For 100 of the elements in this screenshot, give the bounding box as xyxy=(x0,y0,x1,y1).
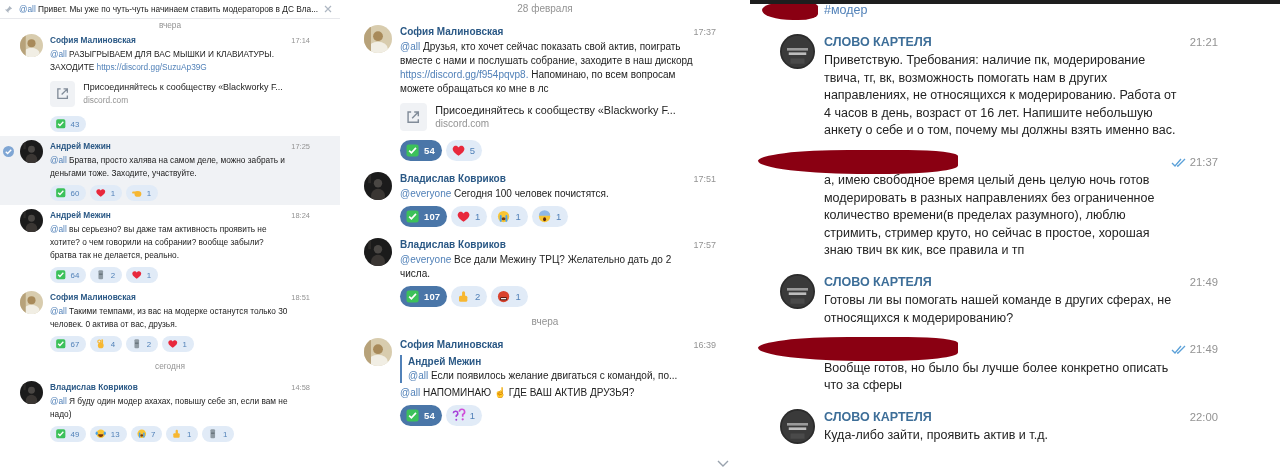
message-time: 21:37 xyxy=(1170,153,1218,171)
message-text: @all Такими темпами, из вас на модерке останутся только 30 человек. 0 актива от вас, друзья. xyxy=(50,305,289,331)
check-icon xyxy=(405,288,421,305)
preview-domain: discord.com xyxy=(435,117,491,131)
quoted-text: @all Если появилось желание двигаться с командой, по... xyxy=(408,369,679,383)
message-text: @everyone Сегодня 100 человек почистятся. xyxy=(400,187,610,201)
author-name[interactable]: СЛОВО КАРТЕЛЯ xyxy=(824,408,932,426)
external-link-icon[interactable] xyxy=(50,81,76,107)
author-name[interactable]: София Малиновская xyxy=(50,291,136,304)
mention-link[interactable]: @all xyxy=(50,49,67,59)
pin-icon xyxy=(4,4,13,14)
check-icon xyxy=(55,118,67,130)
author-name[interactable]: СЛОВО КАРТЕЛЯ xyxy=(824,273,932,291)
reply-quote[interactable]: Андрей Межин @all Если появилось желание двигаться с командой, по... xyxy=(400,355,716,383)
chevron-down-icon[interactable] xyxy=(717,460,729,467)
message-time: 17:51 xyxy=(693,173,716,186)
message-row[interactable]: СЛОВО КАРТЕЛЯ 21:49 Готовы ли вы помогать нашей команде в других сферах, не относящихся к модерированию? xyxy=(750,269,1280,337)
message-row[interactable]: София Малиновская 16:39 Андрей Межин @all Если появилось желание двигаться с командой, по... @all НАПОМИНАЮ ☝ ГДЕ ВАШ АКТИВ ДРУЗЬЯ? 54 1 xyxy=(345,333,745,432)
hashtag-link[interactable]: #модер xyxy=(824,4,868,17)
author-name[interactable]: Андрей Межин xyxy=(50,140,111,153)
mention-link[interactable]: @everyone xyxy=(400,188,452,199)
check-icon xyxy=(55,338,67,350)
mention-link[interactable]: @all xyxy=(50,224,67,234)
mention-link[interactable]: @everyone xyxy=(400,254,452,265)
mention-link[interactable]: @all xyxy=(50,306,67,316)
author-name[interactable]: Андрей Межин xyxy=(50,209,111,222)
message-text: @all Друзья, кто хочет сейчас показать свой актив, поиграть вместе с нами и послушать собрание, заходите в наш дискорд https://discord.gg/f954pqvp8. Напоминаю, по всем вопросам можете обращаться ко мне в лс xyxy=(400,40,694,96)
message-text: Готовы ли вы помогать нашей команде в других сферах, не относящихся к модерированию? xyxy=(824,292,1173,327)
date-label: 28 февраля xyxy=(517,3,573,14)
preview-domain: discord.com xyxy=(83,94,130,107)
author-name[interactable]: Владислав Ковриков xyxy=(50,381,138,394)
message-time: 21:49 xyxy=(1170,341,1218,359)
reaction-button[interactable]: 2 xyxy=(450,286,488,307)
message-row[interactable]: Владислав Ковриков 17:57 @everyone Все дали Межину ТРЦ? Желательно дать до 2 числа. 107 2 1 xyxy=(345,233,745,313)
mention-link[interactable]: @all xyxy=(50,155,67,165)
check-icon xyxy=(405,142,421,159)
author-name[interactable]: София Малиновская xyxy=(400,338,504,352)
mention-link[interactable]: @all xyxy=(19,3,36,14)
message-time: 21:21 xyxy=(1189,34,1218,50)
author-name[interactable]: София Малиновская xyxy=(400,25,504,39)
author-name[interactable]: СЛОВО КАРТЕЛЯ xyxy=(824,33,932,51)
date-label: вчера xyxy=(157,21,183,30)
link[interactable]: https://discord.gg/SuzuAp39G xyxy=(96,62,207,72)
crying-face-icon xyxy=(135,428,148,440)
check-icon xyxy=(55,428,67,440)
author-name: Андрей Межин xyxy=(408,355,483,369)
reaction-button[interactable]: 54 xyxy=(400,405,442,426)
crying-face-icon xyxy=(496,208,512,225)
checkmark-icon[interactable] xyxy=(3,146,14,157)
author-name[interactable]: Владислав Ковриков xyxy=(400,238,506,252)
preview-title[interactable]: Присоединяйтесь к сообществу «Blackworky F... xyxy=(435,103,676,117)
message-text: Приветствую. Требования: наличие пк, модерирование твича, тг, вк, возможность помогать нам в других направлениях, не относящихся к модерированию. Работа от 4 часов в день, возраст от 16 лет. Напишите небольшую анкету о себе и о том, почему мы должны взять именно вас. xyxy=(824,52,1178,139)
message-text: Вообще готов, но было бы лучше более конкретно описать что за сферы xyxy=(824,359,1170,394)
close-icon[interactable] xyxy=(324,5,333,13)
message-text: @all НАПОМИНАЮ ☝ ГДЕ ВАШ АКТИВ ДРУЗЬЯ? xyxy=(400,386,636,400)
angry-face-icon xyxy=(496,288,512,305)
heart-icon xyxy=(95,187,107,199)
message-time: 16:39 xyxy=(693,339,716,352)
reaction-button[interactable]: 107 xyxy=(400,206,447,227)
reaction-button[interactable]: 1 xyxy=(531,206,569,227)
date-label: сегодня xyxy=(155,361,185,371)
message-row[interactable]: Владислав Ковриков 17:51 @everyone Сегодня 100 человек почистятся. 107 1 1 1 xyxy=(345,167,745,233)
message-text: @all Братва, просто халява на самом деле, можно забрать и деньгами тоже. Заходите, участвуйте. xyxy=(50,154,286,180)
link[interactable]: https://discord.gg/f954pqvp8. xyxy=(400,69,529,80)
author-name[interactable]: Владислав Ковриков xyxy=(400,172,506,186)
mention-link[interactable]: @all xyxy=(400,41,421,52)
reaction-button[interactable]: 1 xyxy=(491,206,528,227)
message-time: 21:49 xyxy=(1189,274,1218,290)
message-text: @all РАЗЫГРЫВАЕМ ДЛЯ ВАС МЫШКИ И КЛАВИАТУРЫ. ЗАХОДИТЕ https://discord.gg/SuzuAp39G xyxy=(50,48,275,74)
reaction-button[interactable]: 54 xyxy=(400,140,442,161)
reaction-button[interactable]: 5 xyxy=(445,140,483,161)
check-icon xyxy=(405,407,421,424)
message-row[interactable]: СЛОВО КАРТЕЛЯ 22:00 Куда-либо зайти, проявить актив и т.д. xyxy=(750,404,1280,455)
reaction-button[interactable]: 1 xyxy=(450,206,488,227)
mention-link[interactable]: @all xyxy=(50,396,67,406)
reaction-button[interactable]: 1 xyxy=(491,286,528,307)
message-text: @all вы серьезно? вы даже там активность проявить не хотите? о чем говорили на собрании? вообще забыли? братва так не делается, реально. xyxy=(50,223,268,262)
message-text: а, имею свободное время целый день целую ночь готов модерировать в разных направлениях без ограниченное количество времени(в пределах разумного), люблю стримить, стример круто, но сейчас в простое, хорошая знаю твич вк кик, все правила и тп xyxy=(824,172,1156,259)
message-text: @all Я буду один модер ахахах, повышу себе зп, если вам не надо) xyxy=(50,395,289,421)
reaction-button[interactable]: 107 xyxy=(400,286,447,307)
thumbs-up-icon xyxy=(171,428,183,440)
message-time: 17:57 xyxy=(693,239,716,252)
message-row[interactable]: 21:49 Вообще готов, но было бы лучше более конкретно описать что за сферы xyxy=(750,337,1280,405)
pinned-message[interactable]: @all Привет. Мы уже по чуть-чуть начинаем ставить модераторов в ДС Вла... xyxy=(19,2,319,16)
screaming-face-icon xyxy=(536,208,552,225)
mention-link[interactable]: @all xyxy=(400,387,421,398)
message-time: 22:00 xyxy=(1189,409,1218,425)
external-link-icon[interactable] xyxy=(400,103,428,131)
laughing-face-icon xyxy=(95,428,107,440)
heart-icon xyxy=(131,269,143,281)
check-icon xyxy=(55,187,67,199)
message-row[interactable]: #модер xyxy=(750,4,1280,30)
author-name[interactable]: София Малиновская xyxy=(50,34,136,47)
reaction-button[interactable]: 1 xyxy=(445,405,483,426)
message-text: Куда-либо зайти, проявить актив и т.д. xyxy=(824,427,1049,444)
mention-link[interactable]: @all xyxy=(408,370,429,381)
check-icon xyxy=(55,269,67,281)
date-label: вчера xyxy=(531,316,559,327)
preview-title[interactable]: Присоединяйтесь к сообществу «Blackworky F... xyxy=(83,81,283,94)
question-marks-icon xyxy=(450,407,466,424)
